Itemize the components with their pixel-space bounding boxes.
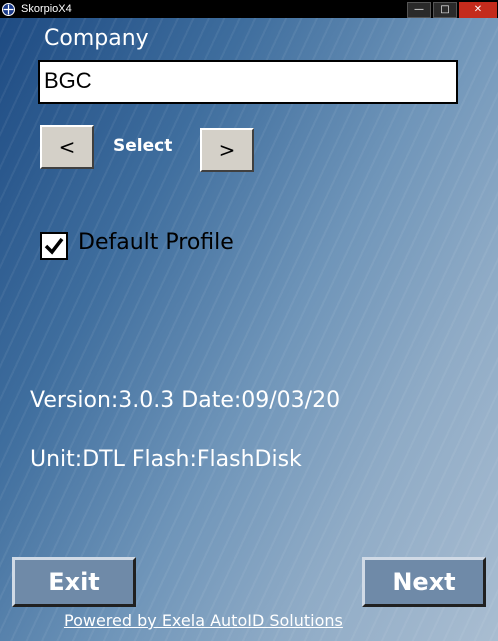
- powered-by-link[interactable]: Powered by Exela AutoID Solutions: [64, 611, 343, 630]
- maximize-icon[interactable]: □: [433, 2, 457, 18]
- company-label: Company: [44, 26, 149, 51]
- exit-button[interactable]: Exit: [12, 557, 136, 607]
- checkmark-icon: [44, 237, 64, 255]
- next-button[interactable]: Next: [362, 557, 486, 607]
- next-company-button[interactable]: >: [200, 128, 254, 172]
- version-info: Version:3.0.3 Date:09/03/20: [30, 388, 341, 413]
- window-controls: — □ ✕: [406, 0, 498, 18]
- title-bar: SkorpioX4 — □ ✕: [0, 0, 498, 18]
- minimize-icon[interactable]: —: [407, 2, 431, 18]
- select-label: Select: [113, 136, 173, 156]
- previous-company-button[interactable]: <: [40, 125, 94, 169]
- default-profile-checkbox[interactable]: [40, 232, 68, 260]
- company-input[interactable]: BGC: [38, 60, 458, 104]
- app-window: SkorpioX4 — □ ✕ Company BGC < Select > D…: [0, 0, 498, 641]
- close-icon[interactable]: ✕: [459, 2, 497, 18]
- window-title: SkorpioX4: [21, 3, 72, 15]
- default-profile-label[interactable]: Default Profile: [78, 230, 234, 255]
- unit-info: Unit:DTL Flash:FlashDisk: [30, 447, 302, 472]
- app-logo-icon: [2, 2, 15, 16]
